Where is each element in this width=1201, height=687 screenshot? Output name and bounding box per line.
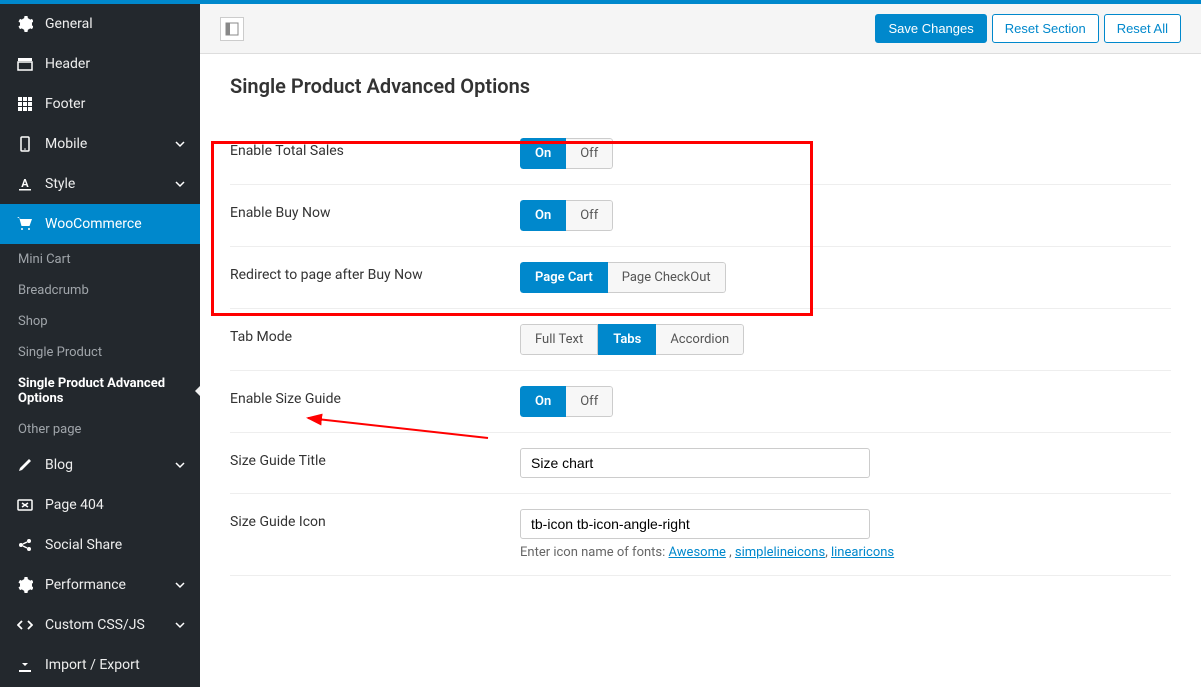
sidebar-item-label: Mobile bbox=[45, 136, 87, 152]
grid-icon bbox=[15, 94, 35, 114]
sidebar-item-label: Style bbox=[45, 176, 75, 192]
sidebar-item-label: WooCommerce bbox=[45, 216, 142, 232]
helper-text: Enter icon name of fonts: Awesome , simp… bbox=[520, 545, 1171, 560]
sidebar-item-blog[interactable]: Blog bbox=[0, 445, 200, 485]
sidebar-item-header[interactable]: Header bbox=[0, 44, 200, 84]
panel-toggle-icon[interactable] bbox=[220, 17, 244, 41]
sidebar-item-label: Blog bbox=[45, 457, 73, 473]
sidebar-sub-single-product-advanced[interactable]: Single Product Advanced Options bbox=[0, 368, 200, 414]
sidebar-sub-other-page[interactable]: Other page bbox=[0, 414, 200, 445]
download-icon bbox=[15, 655, 35, 675]
option-page-cart[interactable]: Page Cart bbox=[520, 262, 608, 293]
field-label: Size Guide Title bbox=[230, 448, 520, 469]
share-icon bbox=[15, 535, 35, 555]
field-enable-size-guide: Enable Size Guide On Off bbox=[230, 371, 1171, 433]
size-guide-icon-input[interactable] bbox=[520, 509, 870, 539]
toggle-on[interactable]: On bbox=[520, 386, 566, 417]
pencil-icon bbox=[15, 455, 35, 475]
sidebar-item-label: Custom CSS/JS bbox=[45, 617, 145, 633]
layout-top-icon bbox=[15, 54, 35, 74]
sidebar-item-import-export[interactable]: Import / Export bbox=[0, 645, 200, 685]
field-enable-buy-now: Enable Buy Now On Off bbox=[230, 185, 1171, 247]
toggle-tab-mode: Full Text Tabs Accordion bbox=[520, 324, 744, 355]
svg-text:A: A bbox=[21, 177, 29, 190]
gear-icon bbox=[15, 14, 35, 34]
toggle-redirect-page: Page Cart Page CheckOut bbox=[520, 262, 726, 293]
sidebar-item-footer[interactable]: Footer bbox=[0, 84, 200, 124]
field-size-guide-title: Size Guide Title bbox=[230, 433, 1171, 494]
link-awesome[interactable]: Awesome bbox=[669, 545, 726, 560]
chevron-down-icon bbox=[175, 179, 185, 189]
cart-icon bbox=[15, 214, 35, 234]
underline-a-icon: A bbox=[15, 174, 35, 194]
sidebar-item-label: Performance bbox=[45, 577, 126, 593]
option-accordion[interactable]: Accordion bbox=[656, 324, 744, 355]
reset-section-button[interactable]: Reset Section bbox=[992, 14, 1099, 43]
field-label: Size Guide Icon bbox=[230, 509, 520, 530]
field-label: Tab Mode bbox=[230, 324, 520, 345]
sidebar-item-label: Social Share bbox=[45, 537, 122, 553]
chevron-down-icon bbox=[175, 620, 185, 630]
page-title: Single Product Advanced Options bbox=[230, 74, 1171, 98]
save-changes-button[interactable]: Save Changes bbox=[875, 14, 986, 43]
sidebar-sub-breadcrumb[interactable]: Breadcrumb bbox=[0, 275, 200, 306]
sidebar-item-style[interactable]: A Style bbox=[0, 164, 200, 204]
chevron-down-icon bbox=[175, 139, 185, 149]
sidebar-item-performance[interactable]: Performance bbox=[0, 565, 200, 605]
sidebar-item-social-share[interactable]: Social Share bbox=[0, 525, 200, 565]
chevron-down-icon bbox=[175, 580, 185, 590]
sidebar-item-label: Page 404 bbox=[45, 497, 104, 513]
option-full-text[interactable]: Full Text bbox=[520, 324, 598, 355]
toggle-on[interactable]: On bbox=[520, 200, 566, 231]
option-tabs[interactable]: Tabs bbox=[598, 324, 656, 355]
sidebar-sub-single-product[interactable]: Single Product bbox=[0, 337, 200, 368]
field-redirect-after-buy-now: Redirect to page after Buy Now Page Cart… bbox=[230, 247, 1171, 309]
field-label: Redirect to page after Buy Now bbox=[230, 262, 520, 283]
field-size-guide-icon: Size Guide Icon Enter icon name of fonts… bbox=[230, 494, 1171, 576]
field-tab-mode: Tab Mode Full Text Tabs Accordion bbox=[230, 309, 1171, 371]
sidebar-sub-shop[interactable]: Shop bbox=[0, 306, 200, 337]
sidebar-item-woocommerce[interactable]: WooCommerce bbox=[0, 204, 200, 244]
reset-all-button[interactable]: Reset All bbox=[1104, 14, 1181, 43]
sidebar-item-custom-css-js[interactable]: Custom CSS/JS bbox=[0, 605, 200, 645]
toggle-off[interactable]: Off bbox=[566, 138, 613, 169]
error-icon bbox=[15, 495, 35, 515]
toggle-enable-size-guide: On Off bbox=[520, 386, 613, 417]
toggle-enable-buy-now: On Off bbox=[520, 200, 613, 231]
mobile-icon bbox=[15, 134, 35, 154]
field-label: Enable Buy Now bbox=[230, 200, 520, 221]
option-page-checkout[interactable]: Page CheckOut bbox=[608, 262, 726, 293]
sidebar-item-label: Header bbox=[45, 56, 90, 72]
sidebar-item-label: Import / Export bbox=[45, 657, 140, 673]
main-content: Save Changes Reset Section Reset All Sin… bbox=[200, 4, 1201, 687]
toggle-off[interactable]: Off bbox=[566, 200, 613, 231]
field-label: Enable Size Guide bbox=[230, 386, 520, 407]
sidebar-sub-mini-cart[interactable]: Mini Cart bbox=[0, 244, 200, 275]
toolbar: Save Changes Reset Section Reset All bbox=[200, 4, 1201, 54]
gear-bold-icon bbox=[15, 575, 35, 595]
sidebar-item-mobile[interactable]: Mobile bbox=[0, 124, 200, 164]
size-guide-title-input[interactable] bbox=[520, 448, 870, 478]
sidebar-item-label: General bbox=[45, 16, 93, 32]
toggle-enable-total-sales: On Off bbox=[520, 138, 613, 169]
sidebar: General Header Footer Mobile A Style Woo… bbox=[0, 4, 200, 687]
link-linearicons[interactable]: linearicons bbox=[831, 545, 894, 560]
toggle-on[interactable]: On bbox=[520, 138, 566, 169]
sidebar-item-general[interactable]: General bbox=[0, 4, 200, 44]
toggle-off[interactable]: Off bbox=[566, 386, 613, 417]
chevron-down-icon bbox=[175, 460, 185, 470]
field-enable-total-sales: Enable Total Sales On Off bbox=[230, 123, 1171, 185]
code-icon bbox=[15, 615, 35, 635]
sidebar-item-page-404[interactable]: Page 404 bbox=[0, 485, 200, 525]
field-label: Enable Total Sales bbox=[230, 138, 520, 159]
sidebar-item-label: Footer bbox=[45, 96, 85, 112]
link-simplelineicons[interactable]: simplelineicons bbox=[735, 545, 825, 560]
